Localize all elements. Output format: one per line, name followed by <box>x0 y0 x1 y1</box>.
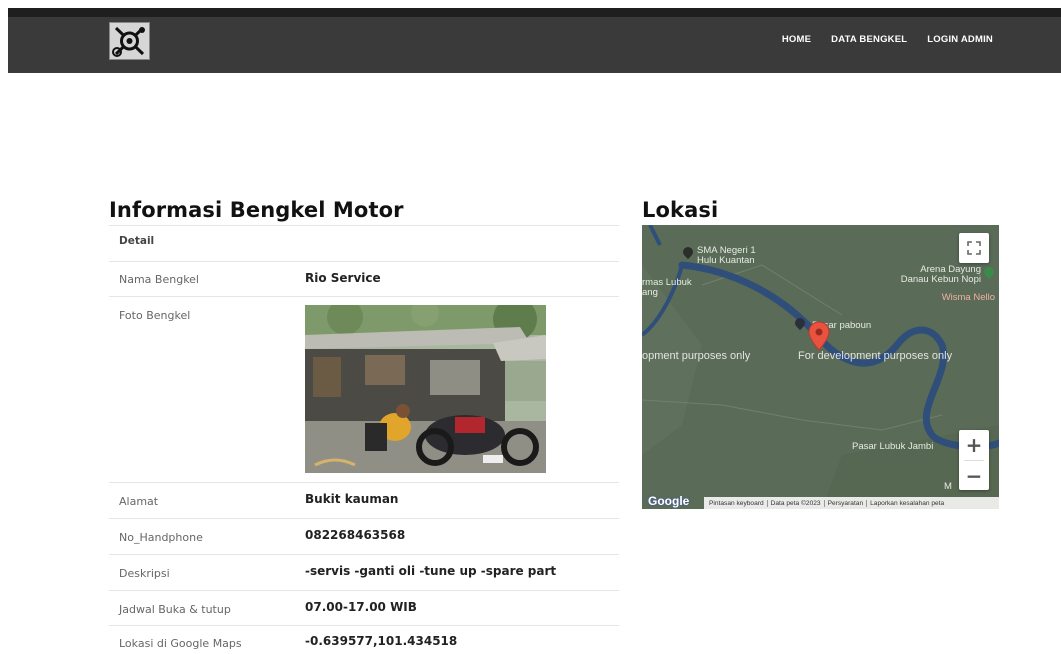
table-row: Foto Bengkel <box>109 296 619 483</box>
row-value-deskripsi: -servis -ganti oli -tune up -spare part <box>305 564 557 578</box>
fullscreen-icon <box>967 241 981 255</box>
nav-data-bengkel-link[interactable]: DATA BENGKEL <box>831 34 907 45</box>
table-header-row: Detail <box>109 225 619 262</box>
table-row: Alamat Bukit kauman <box>109 482 619 519</box>
row-value-alamat: Bukit kauman <box>305 492 399 506</box>
google-map[interactable]: SMA Negeri 1 Hulu Kuantan Arena Dayung D… <box>642 225 999 509</box>
row-label: Deskripsi <box>119 567 170 580</box>
row-label: Jadwal Buka & tutup <box>119 603 231 616</box>
map-label-arena: Arena Dayung Danau Kebun Nopi <box>900 264 981 285</box>
row-value-nama: Rio Service <box>305 271 381 285</box>
map-label-school: SMA Negeri 1 Hulu Kuantan <box>697 245 756 266</box>
navbar: HOME DATA BENGKEL LOGIN ADMIN <box>8 8 1061 73</box>
info-table: Detail Nama Bengkel Rio Service Foto Ben… <box>109 225 619 654</box>
row-label: Alamat <box>119 495 159 508</box>
zoom-controls: + − <box>959 430 989 490</box>
row-label: No_Handphone <box>119 531 203 544</box>
map-label-pasar-lubuk: Pasar Lubuk Jambi <box>852 441 934 452</box>
row-value-handphone: 082268463568 <box>305 528 406 542</box>
zoom-in-button[interactable]: + <box>966 430 983 460</box>
row-label: Nama Bengkel <box>119 273 199 286</box>
detail-header: Detail <box>119 235 155 247</box>
row-value-jadwal: 07.00-17.00 WIB <box>305 600 417 614</box>
map-footer-data-text: Data peta ©2023 <box>768 499 825 507</box>
lokasi-title: Lokasi <box>642 198 719 222</box>
table-row: No_Handphone 082268463568 <box>109 518 619 555</box>
site-logo[interactable] <box>109 22 150 60</box>
map-footer-report-link[interactable]: Laporkan kesalahan peta <box>867 500 947 507</box>
row-label: Lokasi di Google Maps <box>119 637 242 650</box>
map-footer-shortcuts-link[interactable]: Pintasan keyboard <box>706 499 768 507</box>
location-pin-icon[interactable] <box>808 321 830 351</box>
map-label-corner: M <box>944 481 952 492</box>
row-label: Foto Bengkel <box>119 309 191 322</box>
map-label-lubuk-left: rmas Lubuk ang <box>642 277 692 298</box>
zoom-out-button[interactable]: − <box>966 461 983 490</box>
table-row: Nama Bengkel Rio Service <box>109 261 619 297</box>
map-label-wisma: Wisma Nello <box>941 292 995 303</box>
fullscreen-button[interactable] <box>959 233 989 263</box>
motorcycle-gear-icon <box>110 23 149 59</box>
map-footer: Pintasan keyboard Data peta ©2023 Persya… <box>704 497 999 509</box>
map-dev-text-right: For development purposes only <box>798 350 953 362</box>
map-footer-terms-link[interactable]: Persyaratan <box>825 499 868 507</box>
workshop-photo <box>305 297 546 473</box>
google-logo[interactable]: Google <box>648 494 689 508</box>
nav-login-admin-link[interactable]: LOGIN ADMIN <box>927 34 993 45</box>
table-row: Deskripsi -servis -ganti oli -tune up -s… <box>109 554 619 591</box>
foto-bengkel-cell <box>305 297 619 483</box>
nav-links: HOME DATA BENGKEL LOGIN ADMIN <box>782 34 993 45</box>
info-title: Informasi Bengkel Motor <box>109 198 404 222</box>
table-row: Jadwal Buka & tutup 07.00-17.00 WIB <box>109 590 619 626</box>
map-dev-text-left: opment purposes only <box>642 350 751 362</box>
table-row: Lokasi di Google Maps -0.639577,101.4345… <box>109 625 619 654</box>
row-value-lokasi: -0.639577,101.434518 <box>305 634 458 648</box>
nav-home-link[interactable]: HOME <box>782 34 811 45</box>
